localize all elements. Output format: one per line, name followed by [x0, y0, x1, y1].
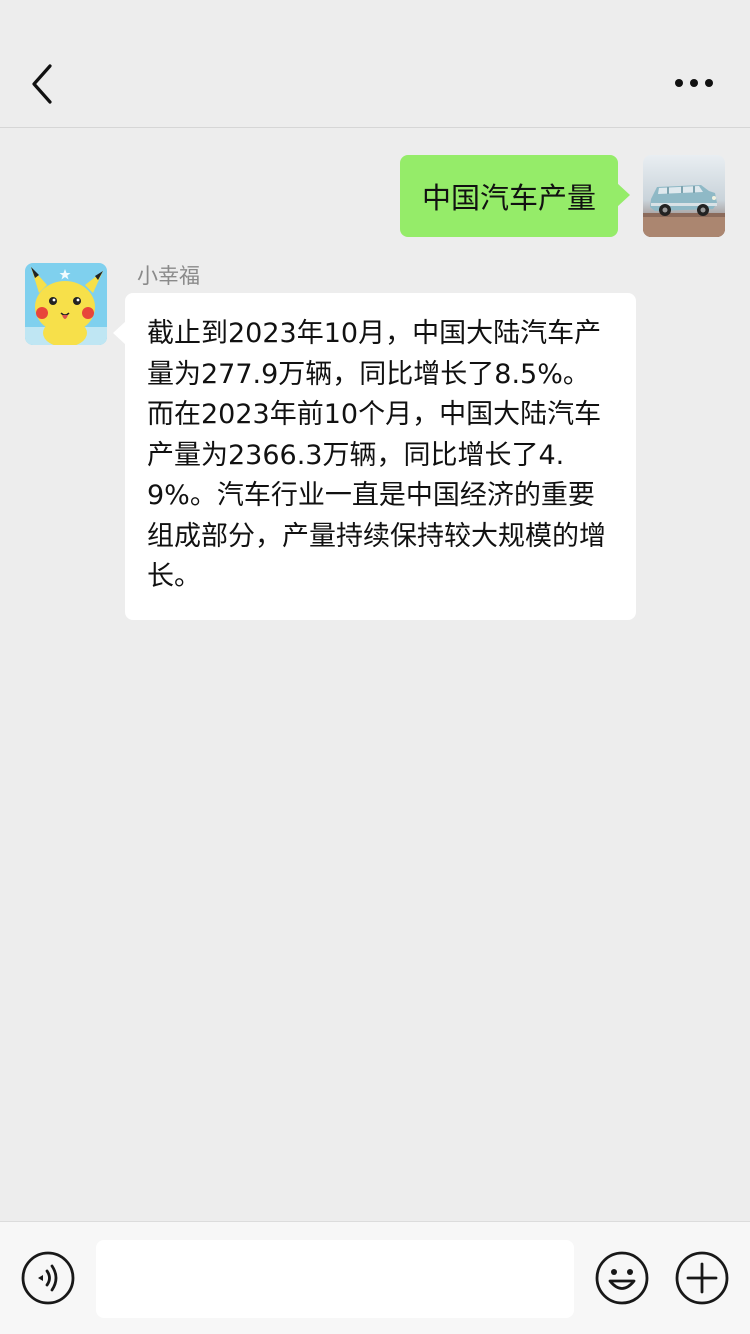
voice-icon[interactable] [21, 1251, 75, 1305]
more-dots-icon[interactable] [674, 76, 714, 90]
pikachu-avatar[interactable] [25, 263, 107, 345]
sender-name: 小幸福 [137, 264, 200, 288]
chevron-left-icon[interactable] [28, 62, 58, 106]
nav-bar [0, 0, 750, 128]
outgoing-message-bubble[interactable]: 中国汽车产量 [399, 155, 631, 237]
input-bar [0, 1221, 750, 1334]
outgoing-message-text: 中国汽车产量 [421, 181, 596, 215]
toy-car-avatar[interactable] [643, 155, 725, 237]
plus-icon[interactable] [675, 1251, 729, 1305]
toy-car-icon [643, 155, 725, 237]
incoming-message-text: 截止到2023年10月，中国大陆汽车产量为277.9万辆，同比增长了8.5%。而… [147, 318, 606, 592]
message-input[interactable] [96, 1240, 574, 1318]
pikachu-icon [25, 263, 107, 345]
emoji-icon[interactable] [595, 1251, 649, 1305]
chat-area: 中国汽车产量 小幸福 截止到2023年10月，中国大陆汽车产量为277.9万辆，… [0, 129, 750, 1221]
incoming-message-bubble[interactable]: 截止到2023年10月，中国大陆汽车产量为277.9万辆，同比增长了8.5%。而… [113, 293, 636, 620]
